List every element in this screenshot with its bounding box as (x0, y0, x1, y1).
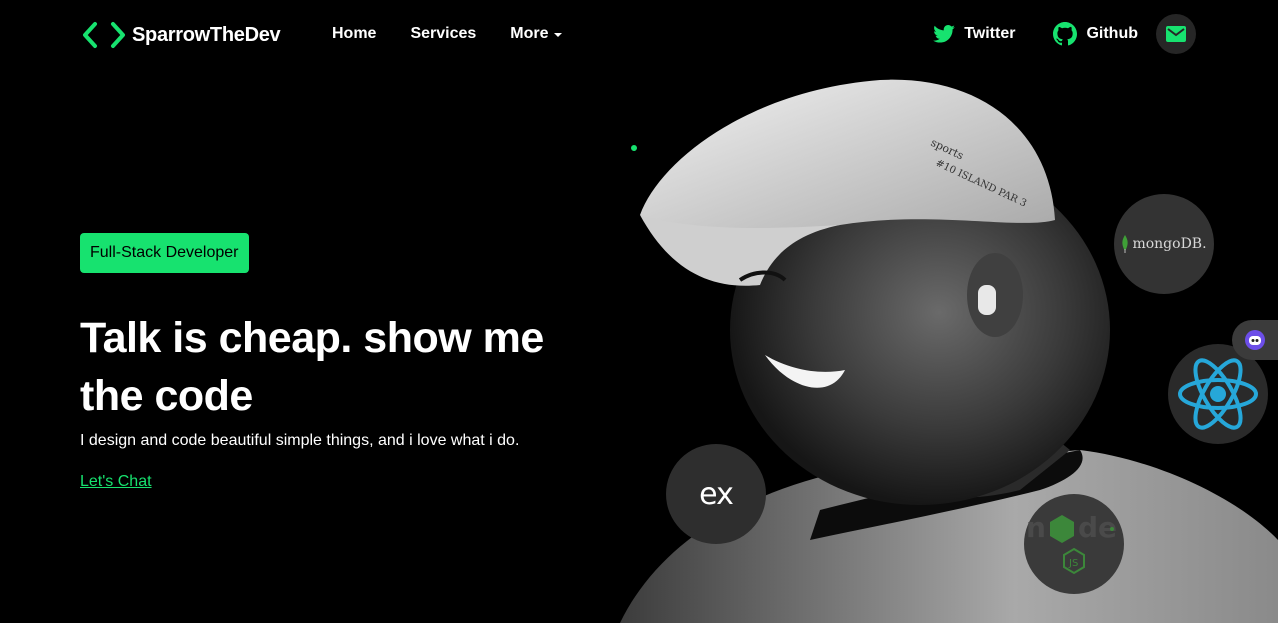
lets-chat-link[interactable]: Let's Chat (80, 473, 152, 491)
express-badge: ex (666, 444, 766, 544)
github-link[interactable]: Github (1053, 22, 1138, 46)
chat-bot-icon (1245, 330, 1265, 350)
caret-down-icon (553, 32, 562, 37)
github-label: Github (1086, 25, 1138, 42)
mail-icon (1166, 26, 1186, 42)
twitter-link[interactable]: Twitter (933, 25, 1015, 43)
accent-dot (631, 145, 637, 151)
mongodb-badge: mongoDB. (1114, 194, 1214, 294)
mongodb-label: mongoDB. (1132, 236, 1207, 252)
mail-button[interactable] (1156, 14, 1196, 54)
nav-link-home[interactable]: Home (332, 25, 376, 43)
svg-text:JS: JS (1068, 558, 1078, 569)
chat-widget-tab[interactable] (1232, 320, 1278, 360)
brand-logo[interactable]: SparrowTheDev (82, 20, 281, 50)
code-brackets-icon (83, 22, 125, 48)
twitter-icon (933, 25, 955, 43)
nodejs-icon: n de JS (1026, 511, 1117, 575)
nodejs-badge: n de JS (1024, 494, 1124, 594)
svg-text:n: n (1026, 511, 1046, 544)
hero-headline: Talk is cheap. show me the code (80, 314, 544, 420)
express-label: ex (699, 476, 734, 512)
react-icon (1178, 358, 1258, 430)
nav-link-more-label: More (510, 25, 549, 42)
nav-link-services[interactable]: Services (410, 25, 476, 43)
top-nav: SparrowTheDev Home Services More Twitter… (0, 0, 1278, 70)
role-badge: Full-Stack Developer (80, 233, 249, 273)
nav-links: Home Services More (332, 25, 562, 43)
nav-dropdown-more[interactable]: More (510, 25, 562, 43)
twitter-label: Twitter (964, 25, 1016, 42)
mongodb-logo: mongoDB. (1121, 235, 1207, 253)
social-links: Twitter Github (933, 14, 1196, 54)
mongodb-leaf-icon (1122, 235, 1129, 253)
github-icon (1053, 22, 1078, 46)
hero-subtext: I design and code beautiful simple thing… (80, 432, 520, 449)
brand-name: SparrowTheDev (132, 23, 281, 46)
